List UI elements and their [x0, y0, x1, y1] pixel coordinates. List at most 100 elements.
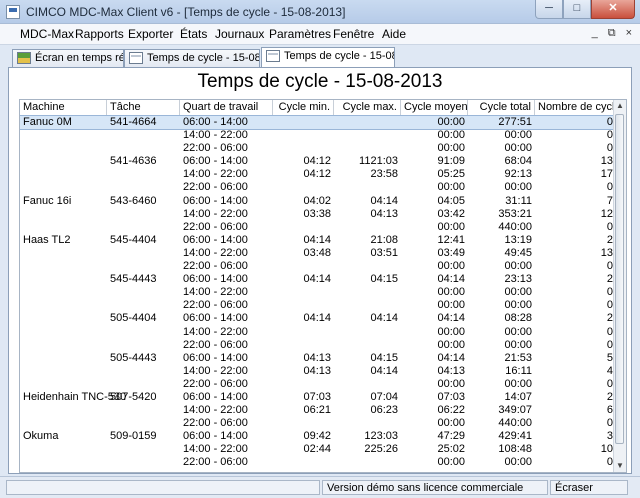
close-button[interactable]: ✕: [591, 0, 635, 19]
cell-machine: [20, 417, 107, 430]
cell-cycle-min: [273, 339, 334, 352]
cell-task: 541-4664: [110, 116, 157, 128]
cell-cycle-avg: 07:03: [437, 390, 465, 403]
minimize-button[interactable]: ─: [535, 0, 563, 19]
table-row[interactable]: 22:00 - 06:00 00:00 00:00 0: [20, 378, 616, 391]
cell-cycle-count: 0: [606, 142, 613, 155]
column-header-cycle-count[interactable]: Nombre de cycles: [535, 100, 616, 115]
table-row[interactable]: 22:00 - 06:00 00:00 440:00 0: [20, 417, 616, 430]
scroll-up-icon[interactable]: ▲: [614, 100, 626, 112]
menu-rapports[interactable]: Rapports: [75, 27, 124, 41]
cell-task: [107, 378, 180, 391]
mdi-minimize-button[interactable]: _: [592, 27, 598, 40]
table-row[interactable]: 22:00 - 06:00 00:00 00:00 0: [20, 339, 616, 352]
cell-task: [107, 142, 180, 155]
cell-cycle-min: 06:21: [303, 404, 331, 417]
menu-parametres[interactable]: Paramètres: [269, 27, 331, 41]
cell-cycle-count: 7: [606, 194, 613, 207]
cell-shift: 06:00 - 14:00: [183, 155, 248, 168]
column-header-machine[interactable]: Machine: [20, 100, 107, 115]
cell-shift: 14:00 - 22:00: [183, 168, 248, 181]
cell-cycle-total: 92:13: [504, 168, 532, 181]
table-row[interactable]: Fanuc 16i 543-6460 06:00 - 14:00 04:02 04:14…: [20, 195, 616, 208]
table-row[interactable]: 14:00 - 22:00 03:38 04:13 03:42 353:21 12: [20, 208, 616, 221]
cell-cycle-total: 277:51: [498, 116, 532, 128]
menu-mdc-max[interactable]: MDC-Max: [20, 27, 74, 41]
table-row[interactable]: 14:00 - 22:00 00:00 00:00 0: [20, 286, 616, 299]
vertical-scrollbar[interactable]: ▲ ▼: [613, 100, 626, 472]
cell-cycle-max: 06:23: [370, 404, 398, 417]
cell-shift: 22:00 - 06:00: [183, 181, 248, 194]
scroll-thumb[interactable]: [615, 114, 624, 444]
table-row[interactable]: 22:00 - 06:00 00:00 00:00 0: [20, 181, 616, 194]
column-header-cycle-total[interactable]: Cycle total: [468, 100, 535, 115]
table-row[interactable]: 14:00 - 22:00 02:44 225:26 25:02 108:48 10: [20, 443, 616, 456]
cell-cycle-max: 1121:03: [359, 155, 398, 168]
cell-cycle-max: [334, 326, 401, 339]
table-row[interactable]: 541-4636 06:00 - 14:00 04:12 1121:03 91:09 68…: [20, 155, 616, 168]
cell-machine: Heidenhain TNC-530: [23, 390, 127, 403]
tab-cycle-time-1[interactable]: Temps de cycle - 15-08-2013: [124, 49, 260, 67]
menu-fenetre[interactable]: Fenêtre: [333, 27, 374, 41]
table-row[interactable]: 14:00 - 22:00 04:12 23:58 05:25 92:13 17: [20, 168, 616, 181]
table-row[interactable]: Okuma 509-0159 06:00 - 14:00 09:42 123:03 47:…: [20, 430, 616, 443]
table-row[interactable]: 14:00 - 22:00 06:21 06:23 06:22 349:07 6: [20, 404, 616, 417]
table-row[interactable]: 545-4443 06:00 - 14:00 04:14 04:15 04:14 23:1…: [20, 273, 616, 286]
cell-shift: 22:00 - 06:00: [183, 299, 248, 312]
cell-task: [107, 260, 180, 273]
cell-machine: [20, 129, 107, 142]
table-row[interactable]: Heidenhain TNC-530 507-5420 06:00 - 14:00 0…: [20, 391, 616, 404]
cell-cycle-total: 00:00: [504, 129, 532, 142]
table-row[interactable]: 22:00 - 06:00 00:00 00:00 0: [20, 456, 616, 469]
cell-shift: 06:00 - 14:00: [183, 233, 248, 246]
cell-cycle-total: 00:00: [504, 377, 532, 390]
cell-cycle-min: [273, 142, 334, 155]
column-header-task[interactable]: Tâche: [107, 100, 180, 115]
cell-cycle-min: [273, 116, 334, 129]
cell-cycle-count: 0: [606, 377, 613, 390]
table-row[interactable]: Fanuc 0M 541-4664 06:00 - 14:00 00:00 277:51…: [20, 114, 617, 131]
menu-exporter[interactable]: Exporter: [128, 27, 173, 41]
cell-cycle-total: 00:00: [504, 338, 532, 351]
cell-cycle-min: [273, 378, 334, 391]
cell-cycle-count: 5: [606, 351, 613, 364]
table-row[interactable]: 22:00 - 06:00 00:00 00:00 0: [20, 260, 616, 273]
table-row[interactable]: 14:00 - 22:00 04:13 04:14 04:13 16:11 4: [20, 365, 616, 378]
table-row[interactable]: 505-4443 06:00 - 14:00 04:13 04:15 04:14 21:5…: [20, 352, 616, 365]
cell-cycle-avg: 25:02: [437, 443, 465, 456]
cell-cycle-max: 225:26: [364, 443, 398, 456]
table-row[interactable]: 505-4404 06:00 - 14:00 04:14 04:14 04:14 08:2…: [20, 312, 616, 325]
cell-cycle-count: 10: [600, 443, 613, 456]
table-row[interactable]: 14:00 - 22:00 00:00 00:00 0: [20, 129, 616, 142]
scroll-down-icon[interactable]: ▼: [614, 460, 626, 472]
column-header-shift[interactable]: Quart de travail: [180, 100, 273, 115]
document-tabs: Écran en temps réel Temps de cycle - 15-…: [8, 47, 632, 68]
tab-cycle-time-2[interactable]: Temps de cycle - 15-08-2013: [261, 47, 395, 68]
mdi-close-button[interactable]: ×: [626, 27, 632, 40]
cell-cycle-total: 00:00: [504, 325, 532, 338]
maximize-button[interactable]: □: [563, 0, 591, 19]
column-header-cycle-max[interactable]: Cycle max.: [334, 100, 401, 115]
table-row[interactable]: 22:00 - 06:00 00:00 00:00 0: [20, 299, 616, 312]
table-row[interactable]: 22:00 - 06:00 00:00 440:00 0: [20, 221, 616, 234]
column-header-cycle-avg[interactable]: Cycle moyen: [401, 100, 468, 115]
cell-cycle-avg: 00:00: [437, 299, 465, 312]
cell-cycle-min: 04:14: [303, 312, 331, 325]
table-row[interactable]: 14:00 - 22:00 03:48 03:51 03:49 49:45 13: [20, 247, 616, 260]
cell-cycle-count: 3: [606, 430, 613, 443]
tab-realtime-screen[interactable]: Écran en temps réel: [12, 49, 124, 67]
cell-machine: [20, 299, 107, 312]
cell-shift: 14:00 - 22:00: [183, 129, 248, 142]
app-icon[interactable]: [6, 5, 20, 19]
menu-etats[interactable]: États: [180, 27, 207, 41]
mdi-restore-button[interactable]: ⧉: [608, 27, 616, 40]
cell-task: [107, 365, 180, 378]
table-row[interactable]: Haas TL2 545-4404 06:00 - 14:00 04:14 21:08 1…: [20, 234, 616, 247]
cell-cycle-total: 13:19: [504, 233, 532, 246]
column-header-cycle-min[interactable]: Cycle min.: [273, 100, 334, 115]
table-row[interactable]: 14:00 - 22:00 00:00 00:00 0: [20, 326, 616, 339]
menu-journaux[interactable]: Journaux: [215, 27, 264, 41]
cell-shift: 14:00 - 22:00: [183, 246, 248, 259]
menu-aide[interactable]: Aide: [382, 27, 406, 41]
table-row[interactable]: 22:00 - 06:00 00:00 00:00 0: [20, 142, 616, 155]
